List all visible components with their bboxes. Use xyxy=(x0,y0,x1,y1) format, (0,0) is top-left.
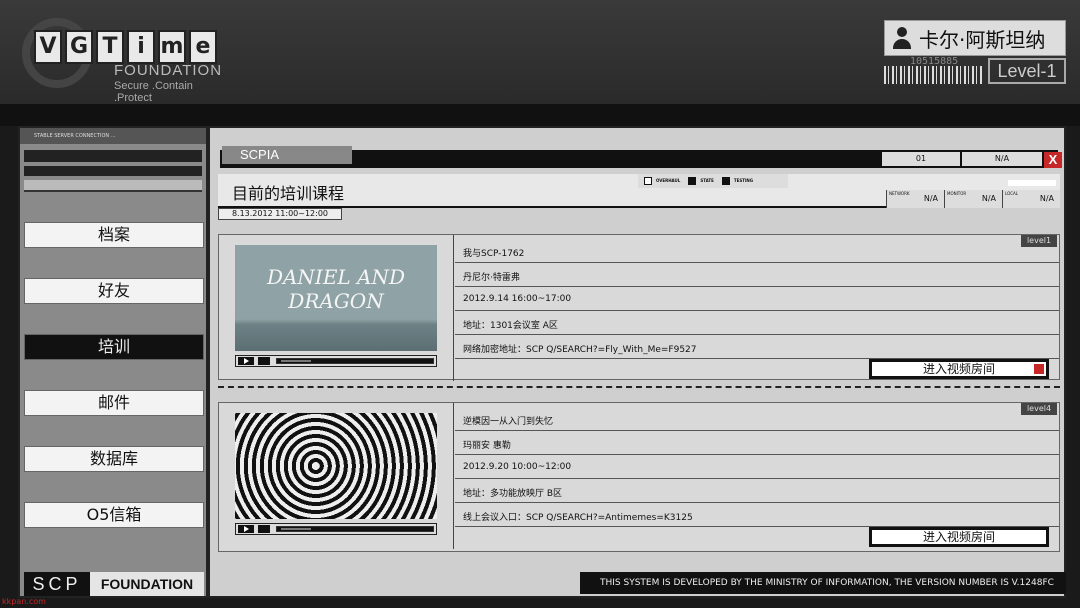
meter-local: LOCAL N/A xyxy=(1002,190,1060,208)
meter-label: LOCAL xyxy=(1005,191,1018,196)
course-location: 地址：多功能放映厅 B区 xyxy=(455,479,1059,503)
progress-track[interactable] xyxy=(276,526,434,532)
barcode-icon xyxy=(884,66,984,84)
user-name: 卡尔·阿斯坦纳 xyxy=(919,27,1046,52)
video-player xyxy=(235,355,437,367)
tab-01[interactable]: 01 xyxy=(882,152,960,166)
connection-status: STABLE SERVER CONNECTION ... xyxy=(20,128,206,144)
status-state: STATE xyxy=(688,177,714,185)
thumbnail-title: DANIEL AND DRAGON xyxy=(266,265,406,313)
watermark-char: e xyxy=(189,30,217,64)
logo-title: FOUNDATION xyxy=(114,62,223,79)
course-link[interactable]: 线上会议入口：SCP Q/SEARCH?=Antimemes=K3125 xyxy=(455,503,1059,527)
course-card: DANIEL AND DRAGON level1 我与SCP-1762 丹尼尔·… xyxy=(218,234,1060,381)
status-overhaul: OVERHAUL xyxy=(644,177,680,185)
site-watermark: kkpan.com xyxy=(2,597,46,606)
course-thumbnail[interactable]: DANIEL AND DRAGON xyxy=(235,245,437,351)
meter-value: N/A xyxy=(923,194,938,203)
enter-video-room-button[interactable]: 进入视频房间 xyxy=(869,359,1049,379)
clearance-level: Level-1 xyxy=(988,58,1066,84)
course-title: 逆模因一从入门到失忆 xyxy=(455,407,1059,431)
enter-button-label: 进入视频房间 xyxy=(922,362,995,376)
system-meters: NETWORK N/A MONITOR N/A LOCAL N/A xyxy=(886,190,1060,208)
sidebar-item-archive[interactable]: 档案 xyxy=(24,222,204,248)
course-instructor: 丹尼尔·特雷弗 xyxy=(455,263,1059,287)
scp-logo: V G T i m e FOUNDATION Secure .Contain .… xyxy=(22,18,223,104)
sidebar-bar xyxy=(24,150,202,162)
user-icon xyxy=(893,27,911,49)
course-location: 地址：1301会议室 A区 xyxy=(455,311,1059,335)
play-icon[interactable] xyxy=(238,357,254,365)
course-thumbnail[interactable] xyxy=(235,413,437,519)
record-indicator-icon xyxy=(1034,364,1044,374)
enter-video-room-button[interactable]: 进入视频房间 xyxy=(869,527,1049,547)
sidebar-bar xyxy=(24,166,202,176)
volume-icon[interactable] xyxy=(258,525,270,533)
date-range: 8.13.2012 11:00~12:00 xyxy=(218,208,342,220)
course-link[interactable]: 网络加密地址：SCP Q/SEARCH?=Fly_With_Me=F9527 xyxy=(455,335,1059,359)
meter-label: MONITOR xyxy=(947,191,967,196)
close-button[interactable]: X xyxy=(1044,152,1062,168)
sidebar-item-database[interactable]: 数据库 xyxy=(24,446,204,472)
sidebar-item-training[interactable]: 培训 xyxy=(24,334,204,360)
footer-scp-text: SCP xyxy=(32,574,82,594)
meter-value: N/A xyxy=(981,194,996,203)
watermark-char: G xyxy=(65,30,93,64)
tab-scpia[interactable]: SCPIA xyxy=(222,146,352,164)
volume-icon[interactable] xyxy=(258,357,270,365)
watermark-char: T xyxy=(96,30,124,64)
sidebar: STABLE SERVER CONNECTION ... 档案 好友 培训 邮件… xyxy=(18,126,208,598)
divider xyxy=(453,235,454,381)
course-title: 我与SCP-1762 xyxy=(455,239,1059,263)
play-icon[interactable] xyxy=(238,525,254,533)
watermark-char: i xyxy=(127,30,155,64)
status-testing: TESTING xyxy=(721,177,753,185)
course-card: level4 逆模因一从入门到失忆 玛丽安 惠勒 2012.9.20 10:00… xyxy=(218,402,1060,552)
sidebar-item-o5-mailbox[interactable]: O5信箱 xyxy=(24,502,204,528)
progress-indicator xyxy=(1008,180,1056,186)
dashed-separator xyxy=(218,386,1060,388)
tab-na[interactable]: N/A xyxy=(962,152,1042,166)
meter-value: N/A xyxy=(1039,194,1054,203)
sidebar-item-mail[interactable]: 邮件 xyxy=(24,390,204,416)
meter-monitor: MONITOR N/A xyxy=(944,190,1002,208)
course-time: 2012.9.14 16:00~17:00 xyxy=(455,287,1059,311)
sidebar-footer-logo: SCP FOUNDATION xyxy=(24,572,204,596)
sidebar-item-friends[interactable]: 好友 xyxy=(24,278,204,304)
meter-network: NETWORK N/A xyxy=(886,190,944,208)
page-title: 目前的培训课程 xyxy=(232,184,345,203)
status-indicators: OVERHAUL STATE TESTING xyxy=(638,174,788,188)
app-header: V G T i m e FOUNDATION Secure .Contain .… xyxy=(0,0,1080,104)
divider xyxy=(453,403,454,549)
system-notice: THIS SYSTEM IS DEVELOPED BY THE MINISTRY… xyxy=(580,572,1066,594)
progress-track[interactable] xyxy=(276,358,434,364)
enter-button-label: 进入视频房间 xyxy=(922,530,995,544)
main-panel: SCPIA 01 N/A X 目前的培训课程 OVERHAUL STATE TE… xyxy=(208,126,1066,598)
user-id: 10515885 xyxy=(910,56,959,67)
watermark-char: m xyxy=(158,30,186,64)
logo-subtitle: Secure .Contain .Protect xyxy=(114,80,193,104)
course-time: 2012.9.20 10:00~12:00 xyxy=(455,455,1059,479)
sidebar-bar xyxy=(24,180,202,192)
user-profile[interactable]: 卡尔·阿斯坦纳 xyxy=(884,20,1066,56)
header-strip xyxy=(0,104,1080,126)
watermark-char: V xyxy=(34,30,62,64)
watermark: V G T i m e xyxy=(34,30,217,64)
meter-label: NETWORK xyxy=(889,191,910,196)
footer-foundation-text: FOUNDATION xyxy=(90,572,204,596)
course-instructor: 玛丽安 惠勒 xyxy=(455,431,1059,455)
video-player xyxy=(235,523,437,535)
